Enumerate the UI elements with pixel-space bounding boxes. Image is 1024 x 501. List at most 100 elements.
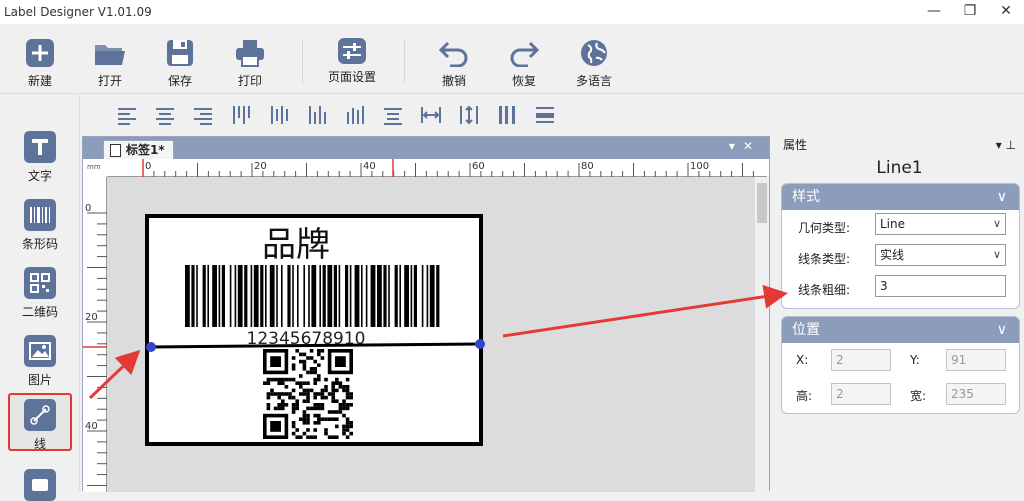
document-tab[interactable]: 标签1* — [103, 140, 174, 159]
align-right-icon[interactable] — [184, 103, 222, 127]
barcode-bar — [191, 265, 195, 327]
barcode-bar — [269, 265, 275, 327]
height-input[interactable]: 2 — [831, 383, 891, 405]
chevron-down-icon: ∨ — [992, 248, 1001, 261]
page-settings-button[interactable]: 页面设置 — [320, 36, 384, 85]
align-center-icon[interactable] — [146, 103, 184, 127]
language-button[interactable]: 多语言 — [564, 36, 624, 89]
y-input[interactable]: 91 — [946, 349, 1006, 371]
same-height-icon[interactable] — [450, 103, 488, 127]
qr-module — [302, 381, 307, 385]
qr-module — [342, 399, 346, 403]
barcode-bar — [394, 265, 398, 327]
qr-module — [331, 381, 335, 385]
qr-module — [291, 410, 296, 414]
line-handle-end[interactable] — [475, 339, 485, 349]
document-tabbar: 标签1* ▾✕ — [83, 137, 769, 159]
qrcode-tool-button[interactable]: 二维码 — [8, 267, 72, 320]
qr-module — [335, 388, 339, 393]
main-toolbar: 新建 打开 保存 打印 页面设置 撤销 恢复 多语言 — [0, 24, 1024, 94]
style-group-header[interactable]: 样式 ∨ — [782, 184, 1019, 210]
qr-module — [306, 381, 310, 385]
position-group-header[interactable]: 位置 ∨ — [782, 317, 1019, 343]
qr-module — [266, 381, 271, 385]
new-button[interactable]: 新建 — [10, 36, 70, 89]
v-ruler-tick-label: 40 — [85, 421, 98, 432]
design-canvas[interactable]: 品牌 12345678910 — [107, 177, 755, 492]
layer-icon[interactable] — [526, 103, 564, 127]
line-width-input[interactable]: 3 — [875, 275, 1006, 297]
qr-module — [295, 349, 299, 353]
same-size-icon[interactable] — [488, 103, 526, 127]
align-left-icon[interactable] — [108, 103, 146, 127]
image-tool-button[interactable]: 图片 — [8, 335, 72, 388]
redo-button[interactable]: 恢复 — [494, 36, 554, 89]
qr-module — [317, 392, 321, 396]
text-tool-button[interactable]: 文字 — [8, 131, 72, 184]
same-width-icon[interactable] — [412, 103, 450, 127]
qr-module — [309, 367, 314, 371]
qr-module — [302, 421, 307, 425]
qr-module — [338, 385, 343, 389]
line-tool-button[interactable]: 线 — [8, 393, 72, 451]
line-type-select[interactable]: 实线 ∨ — [875, 244, 1006, 266]
align-top-icon[interactable] — [222, 103, 260, 127]
qr-module — [317, 349, 321, 353]
width-input[interactable]: 235 — [946, 383, 1006, 405]
qr-module — [284, 377, 289, 382]
brand-text[interactable]: 品牌 — [262, 225, 330, 265]
minimize-button[interactable]: — — [916, 0, 952, 22]
vertical-scrollbar[interactable] — [755, 177, 769, 492]
h-ruler-tick-label: 80 — [581, 161, 594, 172]
scroll-thumb[interactable] — [757, 183, 767, 223]
shape-tool-button[interactable] — [8, 469, 72, 501]
barcode-bar — [345, 265, 349, 327]
properties-panel: 属性 ▾ ⊥ Line1 样式 ∨ 几何类型: Line ∨ 线条类型: 实线 … — [775, 135, 1024, 491]
qr-module — [277, 403, 281, 407]
qr-module — [302, 410, 307, 414]
qr-module — [291, 388, 296, 393]
qr-module — [345, 377, 350, 382]
qr-module — [306, 421, 310, 425]
qr-module — [277, 395, 281, 400]
print-button[interactable]: 打印 — [220, 36, 280, 89]
barcode-bar — [322, 265, 326, 327]
undo-button[interactable]: 撤销 — [424, 36, 484, 89]
qr-module — [273, 406, 278, 411]
tab-close-icon[interactable]: ✕ — [743, 139, 761, 153]
tab-dropdown-icon[interactable]: ▾ — [729, 139, 743, 153]
qr-module — [306, 435, 310, 439]
barcode-bar — [370, 265, 376, 327]
qr-module — [345, 392, 350, 396]
qr-module — [291, 403, 296, 407]
geometry-type-select[interactable]: Line ∨ — [875, 213, 1006, 235]
qr-module — [349, 424, 353, 429]
close-button[interactable]: ✕ — [988, 0, 1024, 22]
x-input[interactable]: 2 — [831, 349, 891, 371]
barcode-tool-button[interactable]: 条形码 — [8, 199, 72, 252]
qr-module — [349, 395, 353, 400]
barcode-icon — [24, 199, 56, 231]
align-middle-icon[interactable] — [260, 103, 298, 127]
qr-module — [291, 431, 296, 436]
qr-module — [291, 421, 296, 425]
line-handle-start[interactable] — [146, 342, 156, 352]
qr-module — [295, 403, 299, 407]
qr-module — [331, 392, 335, 396]
distribute-bars-icon[interactable] — [336, 103, 374, 127]
open-button[interactable]: 打开 — [80, 36, 140, 89]
qr-module — [306, 406, 310, 411]
barcode-bar — [212, 265, 217, 327]
align-bottom-icon[interactable] — [298, 103, 336, 127]
horizontal-ruler: 0 20 40 60 80 100 — [107, 159, 767, 177]
qr-module — [281, 403, 285, 407]
qr-module — [313, 367, 317, 371]
save-button[interactable]: 保存 — [150, 36, 210, 89]
barcode-bar — [221, 265, 225, 327]
qr-module — [313, 370, 317, 375]
distribute-lines-icon[interactable] — [374, 103, 412, 127]
pin-icon[interactable]: ▾ ⊥ — [996, 135, 1016, 155]
qrcode-icon — [24, 267, 56, 299]
qr-module — [309, 406, 314, 411]
restore-button[interactable]: ❐ — [952, 0, 988, 22]
